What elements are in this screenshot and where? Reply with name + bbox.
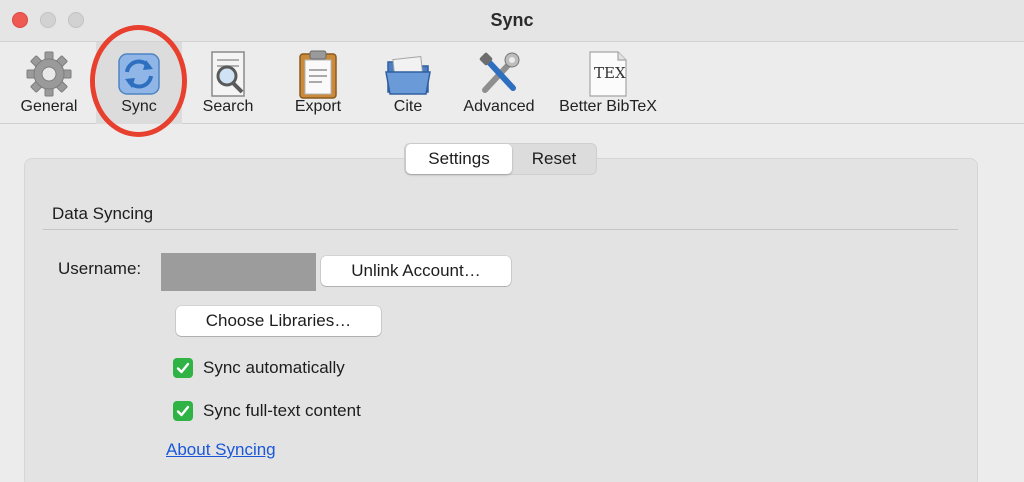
sync-icon [118,53,160,95]
tex-logo-text: TEX [594,64,626,82]
toolbar-item-sync[interactable]: Sync [96,42,182,124]
sync-automatically-row[interactable]: Sync automatically [173,357,345,379]
toolbar-label-better-bibtex: Better BibTeX [559,98,657,115]
toolbar-item-cite[interactable]: Cite [372,42,444,124]
preferences-toolbar: General Sync Search Export Cite Advanced… [0,42,1024,124]
section-divider [43,229,958,230]
username-value-redacted [161,253,316,291]
choose-libraries-button[interactable]: Choose Libraries… [176,306,381,336]
window-title: Sync [490,10,534,30]
toolbar-label-sync: Sync [121,98,157,115]
settings-panel [24,158,978,482]
toolbar-item-export[interactable]: Export [282,42,354,124]
toolbar-label-general: General [20,98,78,115]
username-label: Username: [58,259,142,278]
checkmark-icon [176,405,190,417]
toolbar-item-advanced[interactable]: Advanced [457,42,541,124]
sync-full-text-checkbox[interactable] [173,401,193,421]
toolbar-label-export: Export [294,98,342,115]
toolbar-label-search: Search [202,98,254,115]
sync-automatically-checkbox[interactable] [173,358,193,378]
tools-icon [479,52,520,93]
unlink-account-button[interactable]: Unlink Account… [321,256,511,286]
toolbar-item-better-bibtex[interactable]: TEX Better BibTeX [553,42,663,124]
tab-settings[interactable]: Settings [406,144,512,174]
tex-icon: TEX [589,51,627,97]
settings-tab-control: Settings Reset [404,143,597,175]
toolbar-label-cite: Cite [393,98,423,115]
toolbar-item-search[interactable]: Search [192,42,264,124]
sync-full-text-label: Sync full-text content [203,401,361,420]
search-icon [211,51,245,97]
tab-reset[interactable]: Reset [512,144,596,174]
gear-icon [26,51,72,97]
toolbar-item-general[interactable]: General [12,42,86,124]
clipboard-icon [299,50,337,99]
data-syncing-heading: Data Syncing [52,204,154,223]
sync-full-text-row[interactable]: Sync full-text content [173,400,361,422]
about-syncing-link[interactable]: About Syncing [166,440,276,460]
toolbar-label-advanced: Advanced [463,98,535,115]
folder-icon [385,56,431,95]
title-bar: Sync [0,0,1024,42]
sync-automatically-label: Sync automatically [203,358,345,377]
checkmark-icon [176,362,190,374]
preferences-window: Sync General Sync Search Export Cite Adv… [0,0,1024,482]
